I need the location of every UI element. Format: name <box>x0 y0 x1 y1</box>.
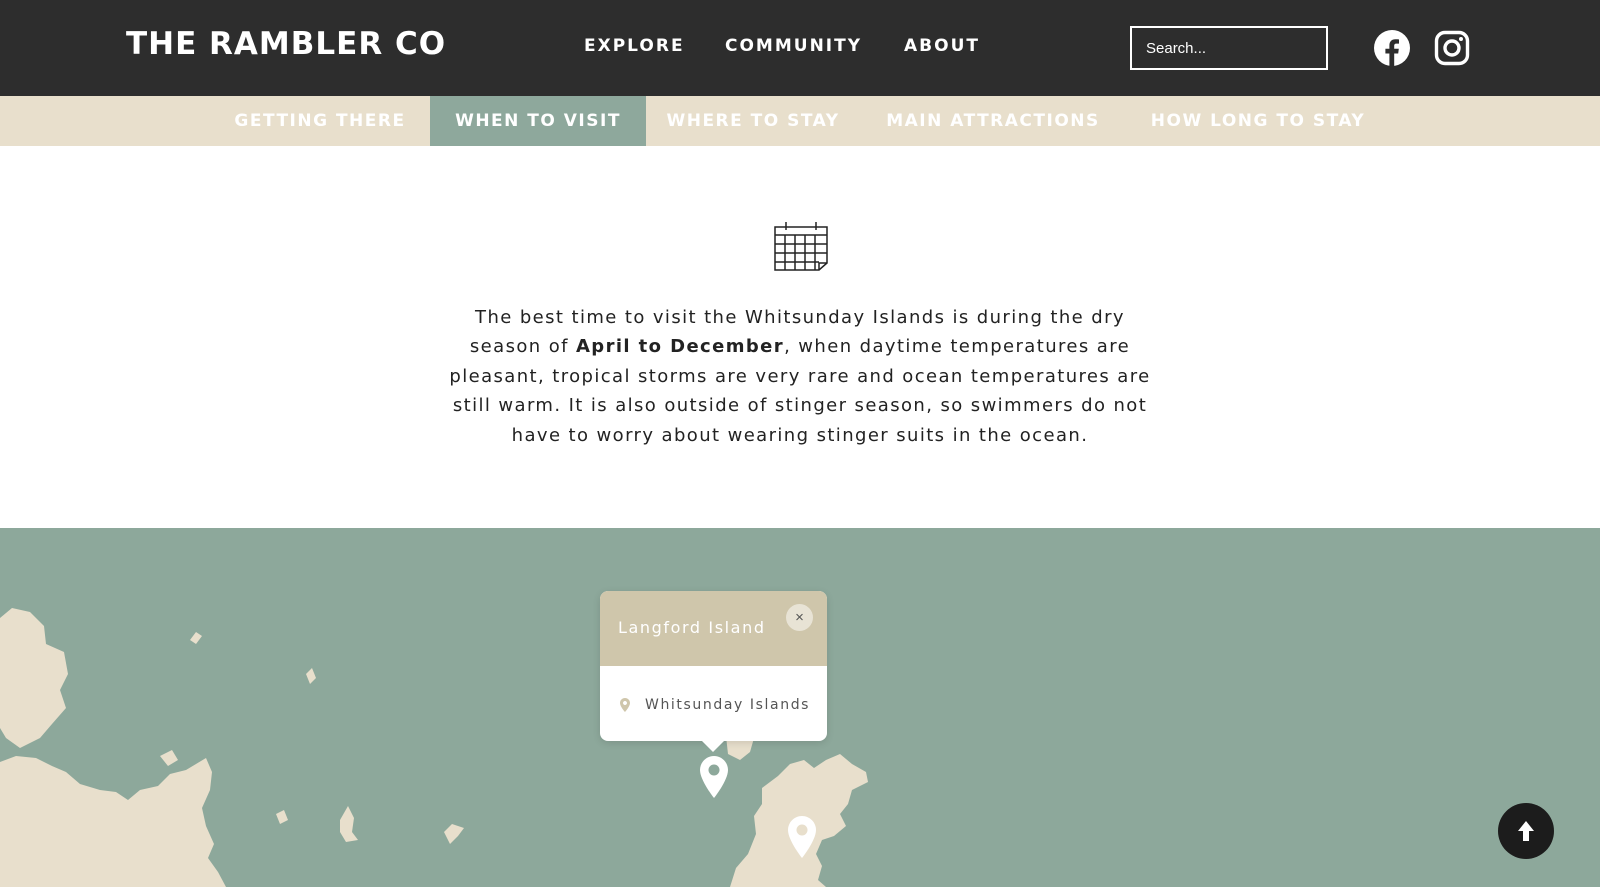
close-icon[interactable]: × <box>786 604 813 631</box>
instagram-icon[interactable] <box>1434 30 1470 66</box>
search-input[interactable] <box>1130 26 1328 70</box>
location-pin-icon <box>620 698 630 712</box>
arrow-up-icon <box>1518 821 1534 841</box>
popup-location: Whitsunday Islands <box>645 697 811 713</box>
map-info-popup: Langford Island × Whitsunday Islands <box>600 591 827 741</box>
site-header: THE RAMBLER CO EXPLORE COMMUNITY ABOUT <box>0 0 1600 96</box>
intro-text-months: April to December <box>575 336 785 358</box>
popup-title: Langford Island <box>618 618 766 637</box>
nav-explore[interactable]: EXPLORE <box>584 36 685 56</box>
map-area[interactable]: Langford Island × Whitsunday Islands <box>0 528 1600 887</box>
facebook-icon[interactable] <box>1374 30 1410 66</box>
scroll-to-top-button[interactable] <box>1498 803 1554 859</box>
nav-about[interactable]: ABOUT <box>904 36 980 56</box>
map-pin-icon[interactable] <box>788 816 816 858</box>
tab-where-to-stay[interactable]: WHERE TO STAY <box>664 96 842 146</box>
calendar-icon <box>774 222 828 271</box>
section-subnav: GETTING THERE WHEN TO VISIT WHERE TO STA… <box>0 96 1600 146</box>
tab-main-attractions[interactable]: MAIN ATTRACTIONS <box>880 96 1106 146</box>
map-pin-icon[interactable] <box>700 756 728 798</box>
popup-pointer <box>701 740 725 752</box>
site-logo[interactable]: THE RAMBLER CO <box>126 26 446 62</box>
tab-when-to-visit[interactable]: WHEN TO VISIT <box>430 96 646 146</box>
tab-getting-there[interactable]: GETTING THERE <box>230 96 410 146</box>
nav-community[interactable]: COMMUNITY <box>725 36 862 56</box>
when-to-visit-text: The best time to visit the Whitsunday Is… <box>446 303 1154 450</box>
popup-header: Langford Island × <box>600 591 827 666</box>
tab-how-long-to-stay[interactable]: HOW LONG TO STAY <box>1140 96 1376 146</box>
